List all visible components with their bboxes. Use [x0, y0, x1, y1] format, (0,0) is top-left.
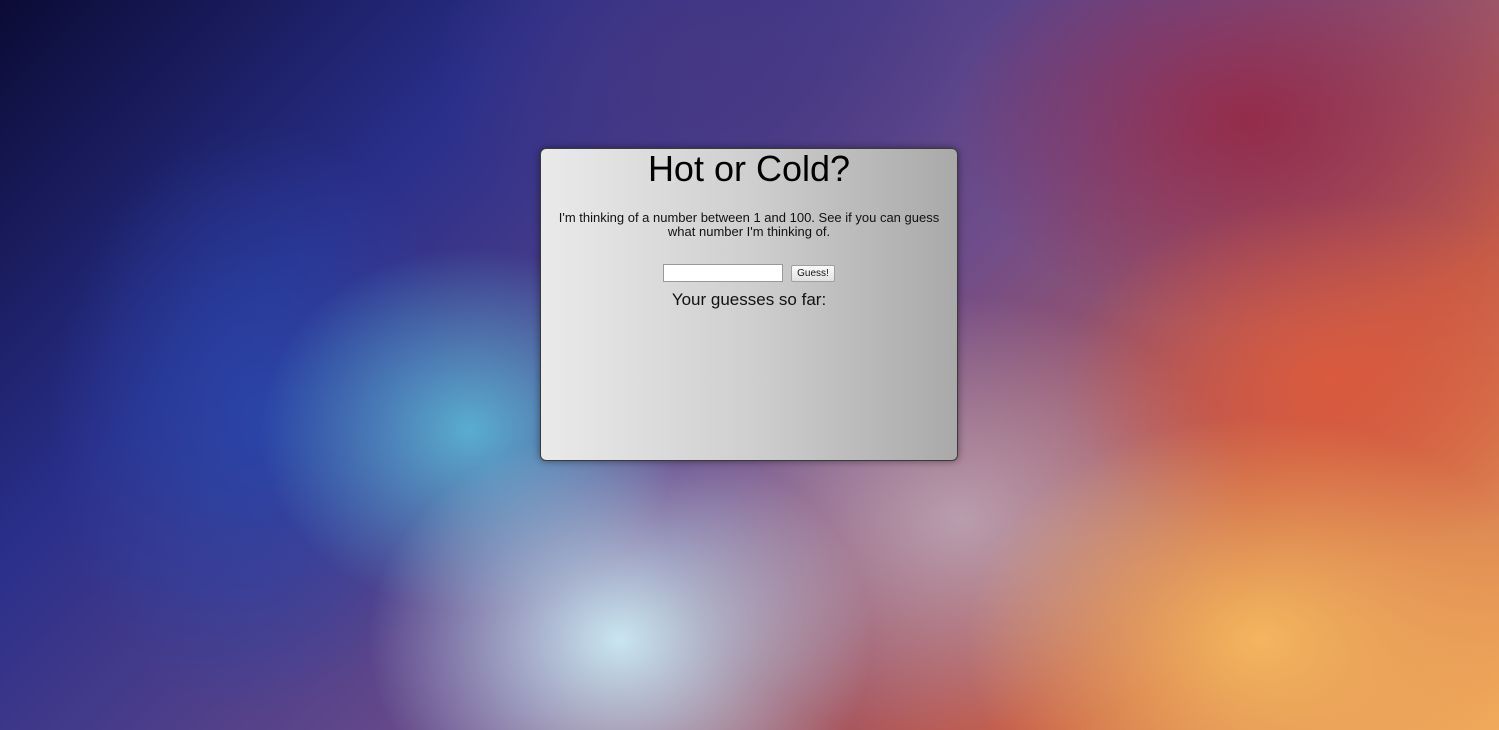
page-title: Hot or Cold?	[647, 148, 851, 189]
intro-text: I'm thinking of a number between 1 and 1…	[558, 210, 940, 239]
guess-form: Guess!	[541, 263, 957, 283]
guesses-heading: Your guesses so far:	[671, 290, 827, 309]
guess-button[interactable]: Guess!	[791, 264, 835, 282]
game-panel: Hot or Cold? I'm thinking of a number be…	[540, 148, 958, 461]
guess-input[interactable]	[663, 264, 784, 282]
